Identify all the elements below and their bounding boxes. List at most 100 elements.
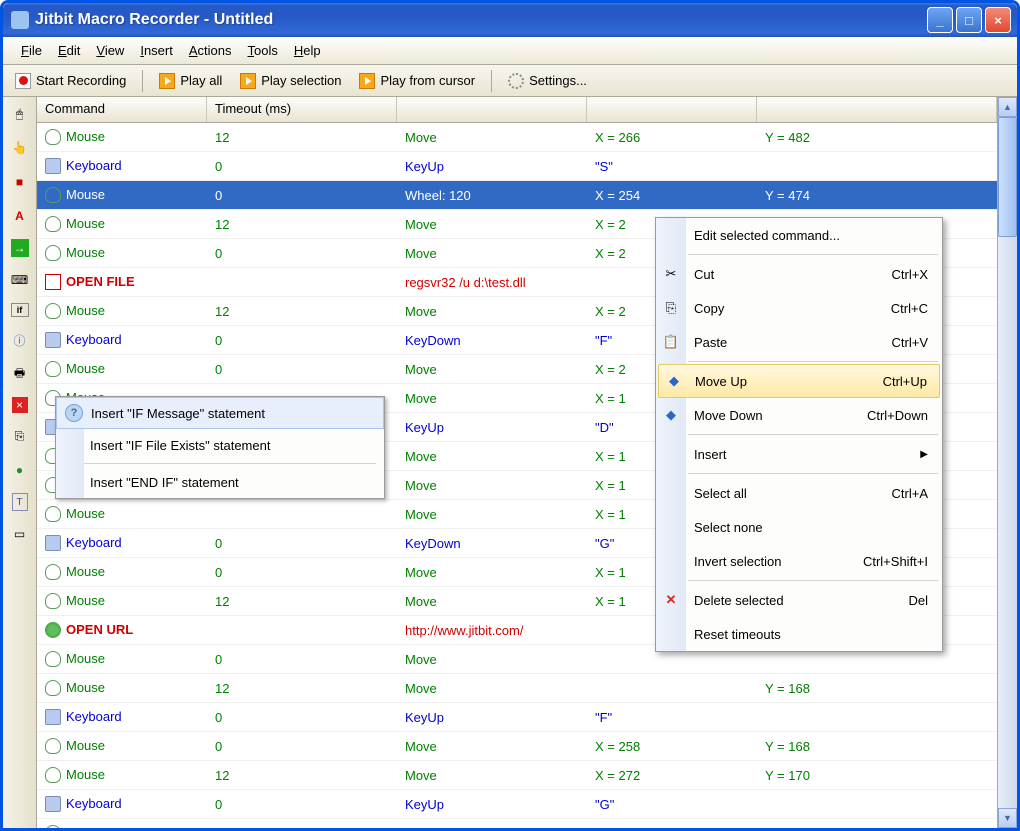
- tool-print[interactable]: 🖶: [9, 363, 31, 385]
- insert-end-if[interactable]: Insert "END IF" statement: [56, 466, 384, 498]
- ctx-insert[interactable]: Insert▶: [656, 437, 942, 471]
- paste-icon: 📋: [662, 333, 680, 351]
- mouse-icon: [45, 361, 61, 377]
- tool-if[interactable]: if: [11, 303, 29, 317]
- toolbar: Start Recording Play all Play selection …: [3, 65, 1017, 97]
- ctx-cut[interactable]: ✂CutCtrl+X: [656, 257, 942, 291]
- kbd-icon: [45, 158, 61, 174]
- mouse-icon: [45, 129, 61, 145]
- table-row[interactable]: Mouse12MoveX = 266Y = 482: [37, 123, 997, 152]
- copy-icon: ⎘: [662, 299, 680, 317]
- context-menu: Edit selected command... ✂CutCtrl+X ⎘Cop…: [655, 217, 943, 652]
- play-icon: [240, 73, 256, 89]
- col-command[interactable]: Command: [37, 97, 207, 122]
- mouse-icon: [45, 767, 61, 783]
- kbd-icon: [45, 535, 61, 551]
- scroll-thumb[interactable]: [998, 117, 1017, 237]
- mouse-icon: [45, 738, 61, 754]
- down-arrow-icon: ◆: [662, 406, 680, 424]
- table-row[interactable]: Mouse0MoveX = 292Y = 178: [37, 819, 997, 828]
- menu-file[interactable]: File: [13, 41, 50, 60]
- mouse-icon: [45, 216, 61, 232]
- ctx-copy[interactable]: ⎘CopyCtrl+C: [656, 291, 942, 325]
- col-3[interactable]: [397, 97, 587, 122]
- menu-help[interactable]: Help: [286, 41, 329, 60]
- play-all-button[interactable]: Play all: [153, 71, 228, 91]
- table-row[interactable]: Mouse12MoveY = 168: [37, 674, 997, 703]
- ctx-delete-selected[interactable]: ✕Delete selectedDel: [656, 583, 942, 617]
- start-recording-button[interactable]: Start Recording: [9, 71, 132, 91]
- menu-insert[interactable]: Insert: [132, 41, 181, 60]
- help-icon: ?: [65, 404, 83, 422]
- menu-edit[interactable]: Edit: [50, 41, 88, 60]
- kbd-icon: [45, 709, 61, 725]
- table-row[interactable]: Keyboard0KeyUp"S": [37, 152, 997, 181]
- app-icon: [11, 11, 29, 29]
- tool-window[interactable]: ▭: [9, 523, 31, 545]
- maximize-button[interactable]: □: [956, 7, 982, 33]
- ctx-move-down[interactable]: ◆Move DownCtrl+Down: [656, 398, 942, 432]
- scroll-up-button[interactable]: ▲: [998, 97, 1017, 117]
- play-from-cursor-button[interactable]: Play from cursor: [353, 71, 481, 91]
- ctx-reset-timeouts[interactable]: Reset timeouts: [656, 617, 942, 651]
- up-arrow-icon: ◆: [665, 372, 683, 390]
- tool-info[interactable]: ⓘ: [9, 329, 31, 351]
- mouse-icon: [45, 593, 61, 609]
- file-icon: [45, 274, 61, 290]
- table-row[interactable]: Mouse12MoveX = 272Y = 170: [37, 761, 997, 790]
- vertical-scrollbar[interactable]: ▲ ▼: [997, 97, 1017, 828]
- scroll-track[interactable]: [998, 237, 1017, 808]
- delete-icon: ✕: [662, 591, 680, 609]
- close-button[interactable]: ×: [985, 7, 1011, 33]
- mouse-icon: [45, 825, 61, 828]
- ctx-edit-command[interactable]: Edit selected command...: [656, 218, 942, 252]
- tool-text[interactable]: A: [9, 205, 31, 227]
- url-icon: [45, 622, 61, 638]
- settings-button[interactable]: Settings...: [502, 71, 593, 91]
- play-selection-button[interactable]: Play selection: [234, 71, 347, 91]
- if-popup-menu: ?Insert "IF Message" statement Insert "I…: [55, 396, 385, 499]
- mouse-icon: [45, 187, 61, 203]
- insert-if-message[interactable]: ?Insert "IF Message" statement: [56, 397, 384, 429]
- table-row[interactable]: Keyboard0KeyUp"G": [37, 790, 997, 819]
- ctx-select-all[interactable]: Select allCtrl+A: [656, 476, 942, 510]
- menu-actions[interactable]: Actions: [181, 41, 240, 60]
- ctx-select-none[interactable]: Select none: [656, 510, 942, 544]
- table-row[interactable]: Keyboard0KeyUp"F": [37, 703, 997, 732]
- ctx-paste[interactable]: 📋PasteCtrl+V: [656, 325, 942, 359]
- tool-goto[interactable]: →: [11, 239, 29, 257]
- side-toolbar: 🖱 👆 ■ A → ⌨ if ⓘ 🖶 × ⎘ ● T ▭: [3, 97, 37, 828]
- play-icon: [359, 73, 375, 89]
- minimize-button[interactable]: _: [927, 7, 953, 33]
- tool-keyboard[interactable]: ⌨: [9, 269, 31, 291]
- ctx-invert-selection[interactable]: Invert selectionCtrl+Shift+I: [656, 544, 942, 578]
- divider: [142, 70, 143, 92]
- window-title: Jitbit Macro Recorder - Untitled: [35, 11, 927, 29]
- table-row[interactable]: Mouse0MoveX = 258Y = 168: [37, 732, 997, 761]
- mouse-icon: [45, 506, 61, 522]
- menubar: File Edit View Insert Actions Tools Help: [3, 37, 1017, 65]
- table-row[interactable]: Mouse0Wheel: 120X = 254Y = 474: [37, 181, 997, 210]
- kbd-icon: [45, 796, 61, 812]
- tool-copy[interactable]: ⎘: [9, 425, 31, 447]
- ctx-move-up[interactable]: ◆Move UpCtrl+Up: [658, 364, 940, 398]
- scroll-down-button[interactable]: ▼: [998, 808, 1017, 828]
- mouse-icon: [45, 245, 61, 261]
- tool-text2[interactable]: T: [12, 493, 28, 511]
- tool-hand[interactable]: 👆: [9, 137, 31, 159]
- menu-view[interactable]: View: [88, 41, 132, 60]
- titlebar[interactable]: Jitbit Macro Recorder - Untitled _ □ ×: [3, 3, 1017, 37]
- play-icon: [159, 73, 175, 89]
- insert-if-file-exists[interactable]: Insert "IF File Exists" statement: [56, 429, 384, 461]
- chevron-right-icon: ▶: [920, 449, 928, 460]
- tool-stop[interactable]: ■: [9, 171, 31, 193]
- gear-icon: [508, 73, 524, 89]
- col-timeout[interactable]: Timeout (ms): [207, 97, 397, 122]
- tool-web[interactable]: ●: [9, 459, 31, 481]
- menu-tools[interactable]: Tools: [240, 41, 286, 60]
- tool-mouse[interactable]: 🖱: [9, 103, 31, 125]
- col-5[interactable]: [757, 97, 997, 122]
- tool-delete[interactable]: ×: [12, 397, 28, 413]
- grid-header: Command Timeout (ms): [37, 97, 997, 123]
- col-4[interactable]: [587, 97, 757, 122]
